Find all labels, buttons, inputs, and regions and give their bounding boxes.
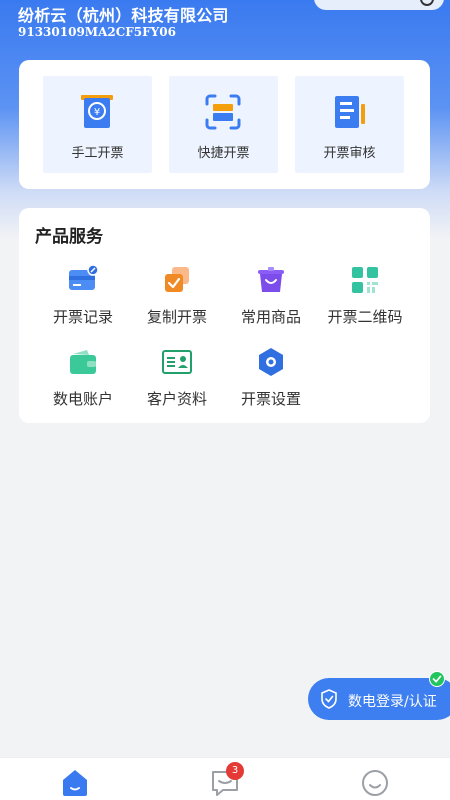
customer-info-icon [162, 350, 192, 374]
profile-icon[interactable] [355, 764, 395, 798]
digital-login-button[interactable]: 数电登录/认证 [308, 671, 450, 720]
invoice-record-icon [69, 264, 99, 290]
service-label: 开票设置 [240, 390, 301, 408]
digital-account-icon [70, 350, 96, 374]
copy-invoice-icon [165, 267, 189, 292]
service-label: 常用商品 [240, 308, 301, 326]
quick-action-label: 手工开票 [71, 146, 124, 161]
svg-text:¥: ¥ [94, 107, 100, 118]
service-label: 数电账户 [52, 390, 113, 408]
service-customer-info[interactable]: 客户资料 [132, 346, 222, 409]
service-invoice-record[interactable]: 开票记录 [38, 264, 128, 327]
section-title: 产品服务 [35, 227, 103, 247]
invoice-settings-icon [259, 348, 283, 376]
service-copy-invoice[interactable]: 复制开票 [132, 264, 222, 327]
service-common-goods[interactable]: 常用商品 [226, 264, 316, 327]
service-invoice-settings[interactable]: 开票设置 [226, 346, 316, 409]
service-label: 复制开票 [146, 308, 207, 326]
quick-action-invoice-review[interactable]: 开票审核 [295, 76, 404, 173]
product-services-card: 产品服务 开票记录 复制开票 常用商品 开票二维码 数电账户 客户资料 开票设置 [19, 208, 430, 423]
quick-action-label: 开票审核 [323, 146, 376, 161]
invoice-qrcode-icon [352, 267, 378, 293]
quick-actions-card: ¥ 手工开票 快捷开票 开票审核 [19, 60, 430, 189]
common-goods-icon [258, 267, 284, 292]
scan-invoice-icon [205, 94, 241, 130]
service-label: 开票记录 [52, 308, 113, 326]
invoice-review-icon [335, 96, 365, 128]
top-right-capsule[interactable] [314, 0, 444, 10]
tax-id: 91330109MA2CF5FY06 [18, 25, 176, 39]
quick-action-fast-invoice[interactable]: 快捷开票 [169, 76, 278, 173]
service-invoice-qrcode[interactable]: 开票二维码 [320, 264, 410, 327]
manual-invoice-icon: ¥ [81, 95, 113, 128]
digital-login-label: 数电登录/认证 [348, 694, 437, 710]
shield-icon [321, 689, 337, 709]
quick-action-manual-invoice[interactable]: ¥ 手工开票 [43, 76, 152, 173]
service-label: 客户资料 [146, 390, 207, 408]
bottom-tab-bar [0, 757, 450, 800]
message-badge: 3 [226, 762, 244, 780]
company-name: 纷析云（杭州）科技有限公司 [18, 6, 229, 25]
home-icon[interactable] [55, 764, 95, 798]
service-digital-account[interactable]: 数电账户 [38, 346, 128, 409]
close-ring-icon[interactable] [420, 0, 434, 6]
check-icon [429, 671, 445, 687]
service-label: 开票二维码 [327, 308, 403, 326]
quick-action-label: 快捷开票 [197, 146, 250, 161]
